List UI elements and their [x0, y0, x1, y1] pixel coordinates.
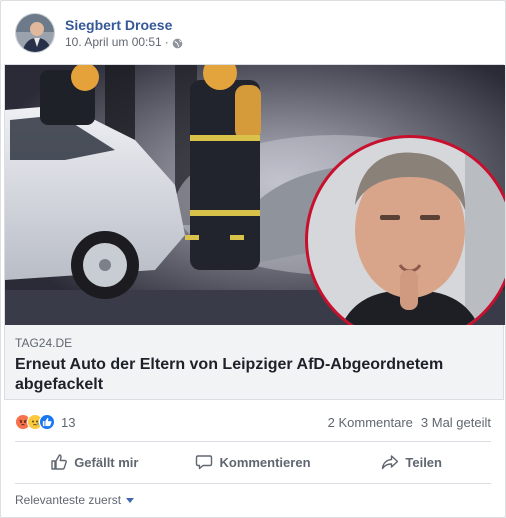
- thumbs-up-icon: [51, 454, 68, 470]
- post-card: Siegbert Droese 10. April um 00:51 · TAG…: [0, 0, 506, 518]
- like-label: Gefällt mir: [74, 454, 139, 470]
- preview-image[interactable]: [5, 65, 505, 325]
- stats-divider: [15, 441, 491, 442]
- like-button[interactable]: Gefällt mir: [15, 443, 174, 481]
- link-preview[interactable]: TAG24.DE Erneut Auto der Eltern von Leip…: [4, 64, 505, 400]
- reaction-count[interactable]: 13: [61, 415, 75, 430]
- actions-divider: [15, 483, 491, 484]
- link-headline[interactable]: Erneut Auto der Eltern von Leipziger AfD…: [15, 355, 493, 395]
- avatar[interactable]: [15, 13, 55, 53]
- share-icon: [382, 455, 399, 470]
- like-reaction-icon[interactable]: [39, 414, 55, 430]
- share-button[interactable]: Teilen: [332, 443, 491, 481]
- author-block: Siegbert Droese 10. April um 00:51 ·: [65, 16, 183, 50]
- action-bar: Gefällt mir Kommentieren Teilen: [15, 443, 491, 481]
- link-domain: TAG24.DE: [15, 336, 73, 350]
- preview-text: TAG24.DE Erneut Auto der Eltern von Leip…: [15, 335, 493, 395]
- post-meta: 10. April um 00:51 ·: [65, 34, 183, 50]
- comment-sort-dropdown[interactable]: Relevanteste zuerst: [15, 493, 135, 507]
- shares-count[interactable]: 3 Mal geteilt: [421, 415, 491, 430]
- post-header: Siegbert Droese 10. April um 00:51 ·: [15, 11, 183, 55]
- chevron-down-icon: [126, 497, 135, 503]
- share-label: Teilen: [405, 454, 442, 470]
- sort-label: Relevanteste zuerst: [15, 493, 122, 507]
- comment-button[interactable]: Kommentieren: [174, 443, 333, 481]
- globe-icon[interactable]: [172, 37, 183, 48]
- post-timestamp[interactable]: 10. April um 00:51: [65, 34, 162, 50]
- post-stats: 13 2 Kommentare 3 Mal geteilt: [15, 409, 491, 435]
- reactions-summary[interactable]: 13: [15, 414, 75, 430]
- author-name[interactable]: Siegbert Droese: [65, 16, 183, 34]
- comments-count[interactable]: 2 Kommentare: [328, 415, 413, 430]
- stats-right: 2 Kommentare 3 Mal geteilt: [328, 415, 491, 430]
- comment-icon: [196, 455, 213, 470]
- meta-separator: ·: [164, 35, 169, 49]
- comment-label: Kommentieren: [219, 454, 311, 470]
